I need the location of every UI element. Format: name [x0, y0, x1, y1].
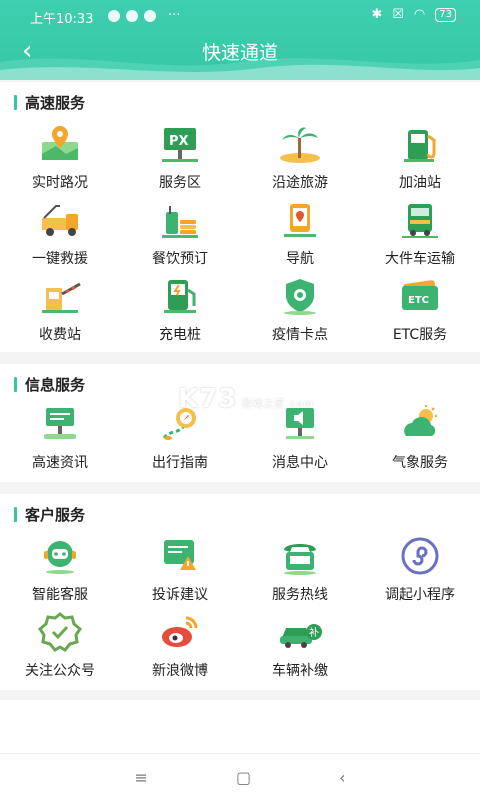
grid-item-label: 消息中心 [272, 455, 328, 471]
heavy-truck-icon [396, 200, 444, 240]
section-title: 信息服务 [14, 374, 85, 395]
palm-island-icon [276, 124, 324, 164]
robot-headset-icon [36, 536, 84, 576]
bluetooth-icon: ✱ [371, 7, 383, 22]
service-area-sign-icon: PX [156, 124, 204, 164]
weibo-icon [156, 612, 204, 652]
back-icon[interactable]: ‹ [339, 768, 345, 787]
grid-item-label: 气象服务 [392, 455, 448, 471]
grid-item-complaint[interactable]: 投诉建议 [120, 534, 240, 610]
grid-item-service-area[interactable]: PX 服务区 [120, 122, 240, 198]
verified-badge-icon [36, 612, 84, 652]
grid-item-label: 服务热线 [272, 587, 328, 603]
grid-item-label: 实时路况 [32, 175, 88, 191]
info-screen-icon [36, 404, 84, 444]
grid-item-label: 高速资讯 [32, 455, 88, 471]
content-footer-space [0, 700, 480, 754]
section-title: 高速服务 [14, 92, 85, 113]
grid-item-follow-account[interactable]: 关注公众号 [0, 610, 120, 686]
grid-item-travel[interactable]: 沿途旅游 [240, 122, 360, 198]
home-icon[interactable]: ▢ [236, 768, 251, 787]
notification-app-icon [126, 9, 138, 22]
section-title-text: 信息服务 [25, 376, 86, 394]
svg-text:PX: PX [169, 134, 189, 149]
grid-item-label: 关注公众号 [25, 663, 95, 679]
grid-item-label: ETC服务 [392, 327, 448, 343]
grid-item-gas-station[interactable]: 加油站 [360, 122, 480, 198]
grid-item-rescue[interactable]: 一键救援 [0, 198, 120, 274]
page-title: 快速通道 [201, 42, 278, 64]
etc-card-icon: ETC [396, 276, 444, 316]
grid-item-label: 调起小程序 [385, 587, 455, 603]
navigation-map-icon [276, 200, 324, 240]
sim-icon: ☒ [392, 7, 404, 22]
section-accent-bar [14, 95, 17, 110]
grid-item-label: 一键救援 [32, 251, 88, 267]
system-navigation-bar: ≡ ▢ ‹ [0, 753, 480, 800]
grid-item-label: 投诉建议 [152, 587, 208, 603]
nav-bar: ‹ 快速通道 [0, 32, 480, 72]
grid-item-label: 餐饮预订 [152, 251, 208, 267]
grid-item-realtime-traffic[interactable]: 实时路况 [0, 122, 120, 198]
fuel-pump-icon [396, 124, 444, 164]
grid-item-label: 充电桩 [159, 327, 201, 343]
section-accent-bar [14, 507, 17, 522]
section-title: 客户服务 [14, 504, 85, 525]
notification-chat-icon [144, 9, 156, 22]
status-time: 上午10:33 [30, 12, 94, 27]
grid-item-label: 车辆补缴 [272, 663, 328, 679]
grid-item-label: 疫情卡点 [272, 327, 328, 343]
battery-icon: 73 [435, 7, 456, 22]
grid-item-label: 导航 [286, 251, 314, 267]
section-information-services: 信息服务 高速资讯 出行指南 消息中心 气象服务 [0, 364, 480, 482]
app-header: 上午10:33 ··· ✱ ☒ ◠ 73 ‹ 快速通道 [0, 0, 480, 80]
notification-shield-icon [108, 9, 120, 22]
wifi-icon: ◠ [413, 7, 426, 22]
grid-item-charging-pile[interactable]: 充电桩 [120, 274, 240, 350]
grid-item-navigation[interactable]: 导航 [240, 198, 360, 274]
watermark-logo: K73 游戏之家.com [178, 384, 315, 414]
grid-item-toll-station[interactable]: 收费站 [0, 274, 120, 350]
grid-item-smart-support[interactable]: 智能客服 [0, 534, 120, 610]
grid-item-mini-program[interactable]: 调起小程序 [360, 534, 480, 610]
mini-program-icon [396, 536, 444, 576]
menu-icon[interactable]: ≡ [135, 768, 148, 787]
weather-cloud-sun-icon [396, 404, 444, 444]
toll-gate-icon [36, 276, 84, 316]
status-bar: 上午10:33 ··· ✱ ☒ ◠ 73 [0, 0, 480, 32]
section-customer-services: 客户服务 智能客服 投诉建议 服务热线 调起小程序 关注公众号 新浪微博 补 车… [0, 494, 480, 690]
grid-item-epidemic-checkpoint[interactable]: 疫情卡点 [240, 274, 360, 350]
charging-station-icon [156, 276, 204, 316]
car-payment-icon: 补 [276, 612, 324, 652]
section-title-text: 客户服务 [25, 506, 86, 524]
grid-item-etc-service[interactable]: ETC ETC服务 [360, 274, 480, 350]
grid-item-label: 服务区 [159, 175, 201, 191]
grid-item-highway-news[interactable]: 高速资讯 [0, 402, 120, 478]
grid-item-heavy-transport[interactable]: 大件车运输 [360, 198, 480, 274]
grid-item-weibo[interactable]: 新浪微博 [120, 610, 240, 686]
section-highway-services: 高速服务 实时路况 PX 服务区 沿途旅游 加油站 一键救援 餐饮预订 导航 大… [0, 82, 480, 352]
complaint-warning-icon [156, 536, 204, 576]
grid-item-label: 收费站 [39, 327, 81, 343]
section-title-text: 高速服务 [25, 94, 86, 112]
food-drink-icon [156, 200, 204, 240]
svg-text:ETC: ETC [408, 295, 429, 306]
section-accent-bar [14, 377, 17, 392]
map-pin-icon [36, 124, 84, 164]
grid-item-label: 出行指南 [152, 455, 208, 471]
grid-item-dining[interactable]: 餐饮预订 [120, 198, 240, 274]
grid-item-weather[interactable]: 气象服务 [360, 402, 480, 478]
svg-text:补: 补 [309, 626, 319, 639]
virus-shield-icon [276, 276, 324, 316]
grid-item-label: 新浪微博 [152, 663, 208, 679]
grid-item-label: 沿途旅游 [272, 175, 328, 191]
tow-truck-icon [36, 200, 84, 240]
hotline-phone-icon [276, 536, 324, 576]
grid-item-label: 智能客服 [32, 587, 88, 603]
more-notifications-icon: ··· [168, 8, 181, 23]
grid-item-vehicle-payment[interactable]: 补 车辆补缴 [240, 610, 360, 686]
grid-item-label: 加油站 [399, 175, 441, 191]
grid-item-hotline[interactable]: 服务热线 [240, 534, 360, 610]
grid-item-label: 大件车运输 [385, 251, 455, 267]
